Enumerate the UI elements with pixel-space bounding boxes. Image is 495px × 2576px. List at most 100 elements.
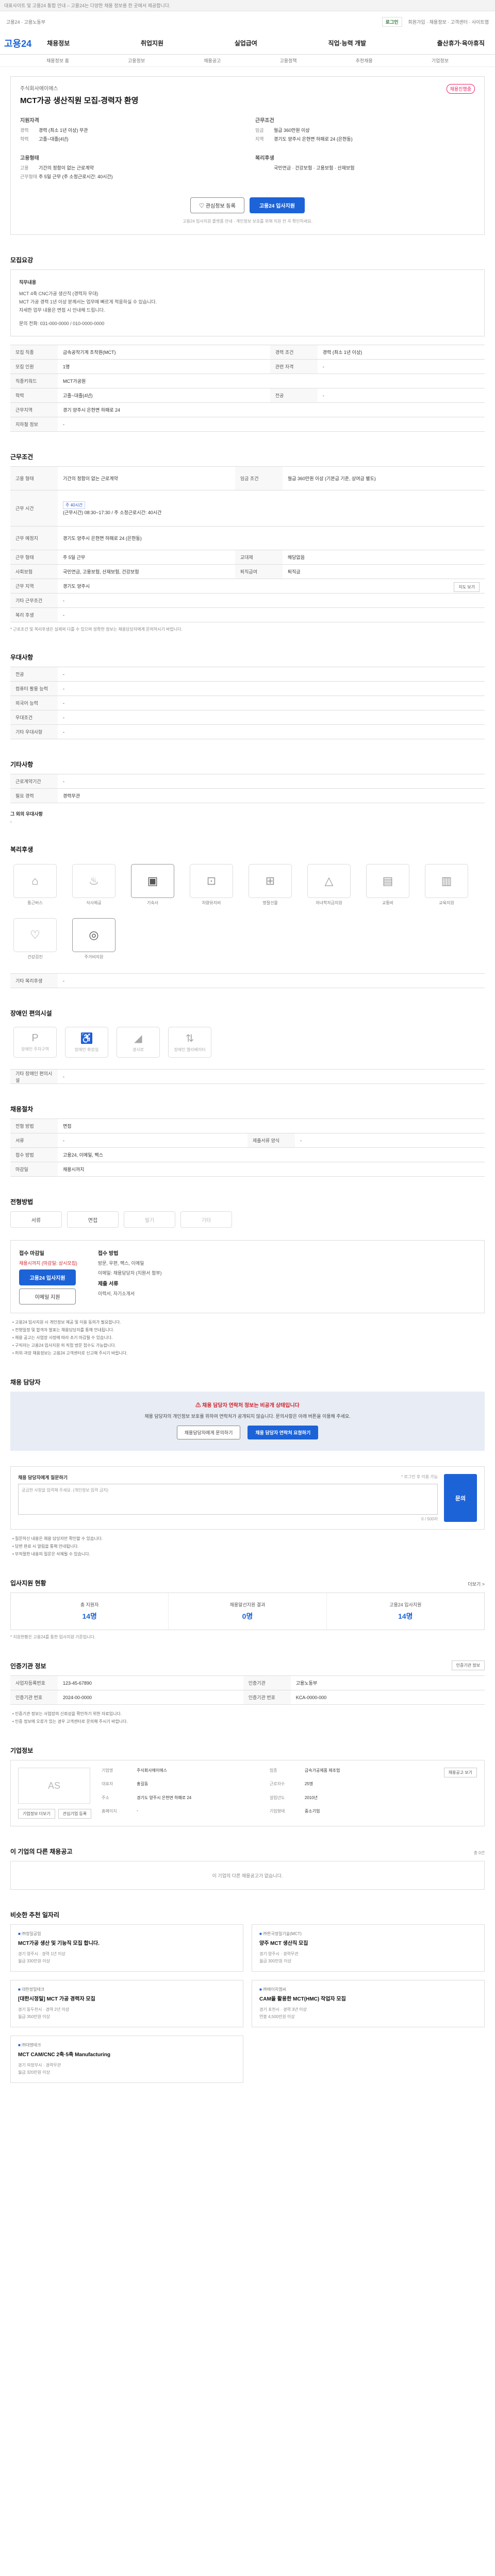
subnav-company-info[interactable]: 기업정보 <box>432 57 449 64</box>
recommend-card[interactable]: ■ ㈜에이치엠씨 CAM을 활용한 MCT(HMC) 작업자 모집 경기 포천시… <box>252 1980 485 2027</box>
meal-icon: ♨ <box>72 864 116 898</box>
nav-item-employment-support[interactable]: 취업지원 <box>141 39 163 47</box>
group-heading: 지원자격 <box>20 118 39 124</box>
cell-value: 국민연금, 고용보험, 산재보험, 건강보험 <box>58 564 235 579</box>
kv-value: 주 5일 근무 (주 소정근로시간: 40시간) <box>39 174 113 179</box>
note-line: • 인증기관 정보는 사업장의 신뢰성을 확인하기 위한 자료입니다. <box>12 1711 122 1716</box>
job-description-box: 직무내용 MCT 4축 CNC가공 생산직 (경력자 우대) MCT 가공 경력… <box>10 269 485 336</box>
company-more-button[interactable]: 기업정보 더보기 <box>18 1809 55 1819</box>
cell-key: 인증기관 번호 <box>243 1690 291 1705</box>
info-value: 25명 <box>304 1782 314 1787</box>
recommend-section: 비슷한 추천 일자리 ■ ㈜정밀공업 MCT가공 생산 및 기능직 모집 합니다… <box>10 1910 485 2083</box>
apply-email-button[interactable]: 이메일 지원 <box>19 1289 76 1304</box>
heart-icon: ♡ <box>13 918 57 952</box>
subnav-recommend[interactable]: 추천채용 <box>356 57 373 64</box>
cell-value: 고용24, 이메일, 팩스 <box>58 1147 485 1162</box>
table-row: 접수 방법 고용24, 이메일, 팩스 <box>10 1147 485 1162</box>
subnav-policy[interactable]: 고용정책 <box>279 57 296 64</box>
subnav-job-posts[interactable]: 채용공고 <box>204 57 221 64</box>
question-notes: • 질문하신 내용은 채용 담당자만 확인할 수 있습니다. • 답변 완료 시… <box>10 1535 485 1558</box>
info-value: 주식회사에이에스 <box>137 1768 168 1773</box>
section-title: 인증기관 정보 <box>10 1663 46 1670</box>
cell-key: 근무 형태 <box>10 550 58 565</box>
stats-more-link[interactable]: 더보기 > <box>468 1581 485 1587</box>
section-title: 근무조건 <box>10 453 34 461</box>
info-button[interactable]: 인증기관 정보 <box>451 1660 485 1670</box>
info-key: 대표자 <box>102 1782 113 1787</box>
info-value: 중소기업 <box>304 1808 320 1814</box>
cell-value: 채용시까지 <box>58 1162 485 1177</box>
recommend-card[interactable]: ■ ㈜한국정밀기술(MCT) 양주 MCT 생산직 모집 경기 양주시 · 경력… <box>252 1924 485 1972</box>
kv-key: 경력 <box>20 128 29 133</box>
recommend-card[interactable]: ■ 대한정밀테크 [대한시정밀] MCT 가공 경력자 모집 경기 동두천시 ·… <box>10 1980 243 2027</box>
question-submit-button[interactable]: 문의 <box>444 1474 477 1522</box>
main-nav: 채용정보 취업지원 실업급여 직업·능력 개발 출산휴가·육아휴직 <box>47 39 491 47</box>
contact-inquiry-button[interactable]: 채용담당자에게 문의하기 <box>176 1426 241 1439</box>
utility-right[interactable]: 회원가입 · 채용정보 · 고객센터 · 사이트맵 <box>408 19 489 25</box>
rec-company: ㈜에이치엠씨 <box>263 1987 286 1992</box>
subnav-employment-info[interactable]: 고용정보 <box>128 57 145 64</box>
table-row: 기타 복리후생 - <box>10 973 485 988</box>
cell-value: 1명 <box>58 359 270 374</box>
nav-item-jobs[interactable]: 채용정보 <box>47 39 70 47</box>
job-title: MCT가공 생산직원 모집-경력자 환영 <box>20 96 139 105</box>
contact-request-button[interactable]: 채용 담당자 연락처 요청하기 <box>248 1426 319 1439</box>
question-textarea[interactable]: 궁금한 사항을 입력해 주세요. (개인정보 입력 금지) <box>18 1484 438 1515</box>
login-button[interactable]: 로그인 <box>382 16 402 27</box>
site-logo[interactable]: 고용24 <box>4 37 31 50</box>
company-follow-button[interactable]: 관심기업 등록 <box>58 1809 92 1819</box>
welfare-label: 교통비 <box>382 901 394 905</box>
welfare-label: 건강검진 <box>27 955 43 959</box>
apply-button[interactable]: 고용24 입사지원 <box>249 197 305 213</box>
cell-value: 면접 <box>58 1118 485 1133</box>
cell-value: - <box>58 774 485 789</box>
cell-key: 퇴직급여 <box>235 564 283 579</box>
company-jobs-button[interactable]: 채용공고 보기 <box>443 1768 477 1777</box>
table-row: 인증기관 번호 2024-00-0000 인증기관 번호 KCA-0000-000 <box>10 1690 485 1705</box>
info-key: 근로자수 <box>269 1782 285 1787</box>
map-button[interactable]: 지도 보기 <box>454 582 480 592</box>
welfare-label: 기숙사 <box>146 901 159 905</box>
stat-item: 총 지원자 14명 <box>11 1593 169 1630</box>
cell-value: 경기도 양주시 <box>63 584 90 589</box>
note-line: • 고용24 입사지원 시 개인정보 제공 및 이용 동의가 필요합니다. <box>12 1320 121 1325</box>
cell-key: 교대제 <box>235 550 283 565</box>
apply-method-col: 접수 방법 방문, 우편, 팩스, 이메일 이메일: 채용담당자 (지원서 첨부… <box>98 1249 162 1304</box>
cell-value: KCA-0000-000 <box>290 1690 485 1705</box>
welfare-item: ▤ 교통비 <box>366 864 409 906</box>
note-line: • 질문하신 내용은 채용 담당자만 확인할 수 있습니다. <box>12 1536 103 1541</box>
apply-online-button[interactable]: 고용24 입사지원 <box>19 1269 76 1285</box>
info-key: 홈페이지 <box>102 1808 117 1814</box>
apply-col-line: 이력서, 자기소개서 <box>97 1291 135 1296</box>
kv-key: 근무형태 <box>20 174 38 179</box>
cell-key: 필요 경력 <box>10 788 58 803</box>
nav-item-unemployment-benefit[interactable]: 실업급여 <box>235 39 257 47</box>
cell-value: 123-45-67890 <box>58 1675 243 1690</box>
recommend-card[interactable]: ■ ㈜대명테크 MCT CAM/CNC 2축·5축 Manufacturing … <box>10 2036 243 2083</box>
table-row: 컴퓨터 활용 능력 - <box>10 681 485 696</box>
save-interest-button[interactable]: ♡ 관심정보 등록 <box>190 197 244 213</box>
table-row: 우대조건 - <box>10 710 485 725</box>
section-title: 모집요강 <box>10 257 34 264</box>
recruit-table: 모집 직종 금속공작기계 조작원(MCT) 경력 조건 경력 (최소 1년 이상) 모… <box>10 345 485 432</box>
welfare-item: ▣ 기숙사 <box>131 864 174 906</box>
welfare-item: ⊡ 차량유지비 <box>190 864 233 906</box>
nav-item-parental-leave[interactable]: 출산휴가·육아휴직 <box>437 39 485 47</box>
cell-value: 주 5일 근무 <box>58 550 235 565</box>
company-info-grid: 기업명 주식회사에이에스 업종 금속가공제품 제조업 대표자 홍길동 근로자수 25명 주소… <box>102 1768 433 1819</box>
stat-value: 14명 <box>398 1612 413 1620</box>
nav-item-skills-development[interactable]: 직업·능력 개발 <box>328 39 366 47</box>
stats-section: 입사지원 현황 더보기 > 총 지원자 14명 채용알선지원 결과 0명 고용24 … <box>10 1579 485 1640</box>
rec-title: MCT가공 생산 및 기능직 모집 합니다. <box>18 1941 100 1946</box>
summary-grid: 지원자격 경력 경력 (최소 1년 이상) 무관 학력 고졸~대졸(4년) 근무조건… <box>20 116 475 188</box>
method-chip-docs: 서류 <box>10 1211 62 1228</box>
subnav-home[interactable]: 채용정보 홈 <box>46 57 69 64</box>
banner-title: 채용 담당자 연락처 정보는 비공개 상태입니다 <box>202 1403 300 1409</box>
cell-value: - <box>58 710 485 725</box>
kv-value: 경력 (최소 1년 이상) 무관 <box>39 128 88 133</box>
apply-col-line: 채용시까지 (마감일: 상시모집) <box>19 1261 77 1266</box>
cell-key: 전공 <box>10 667 58 682</box>
rec-meta: 연봉 4,500만원 이상 <box>259 2014 295 2019</box>
recommend-card[interactable]: ■ ㈜정밀공업 MCT가공 생산 및 기능직 모집 합니다. 경기 양주시 · … <box>10 1924 243 1972</box>
rec-meta: 경기 포천시 · 경력 3년 이상 <box>259 2007 307 2012</box>
